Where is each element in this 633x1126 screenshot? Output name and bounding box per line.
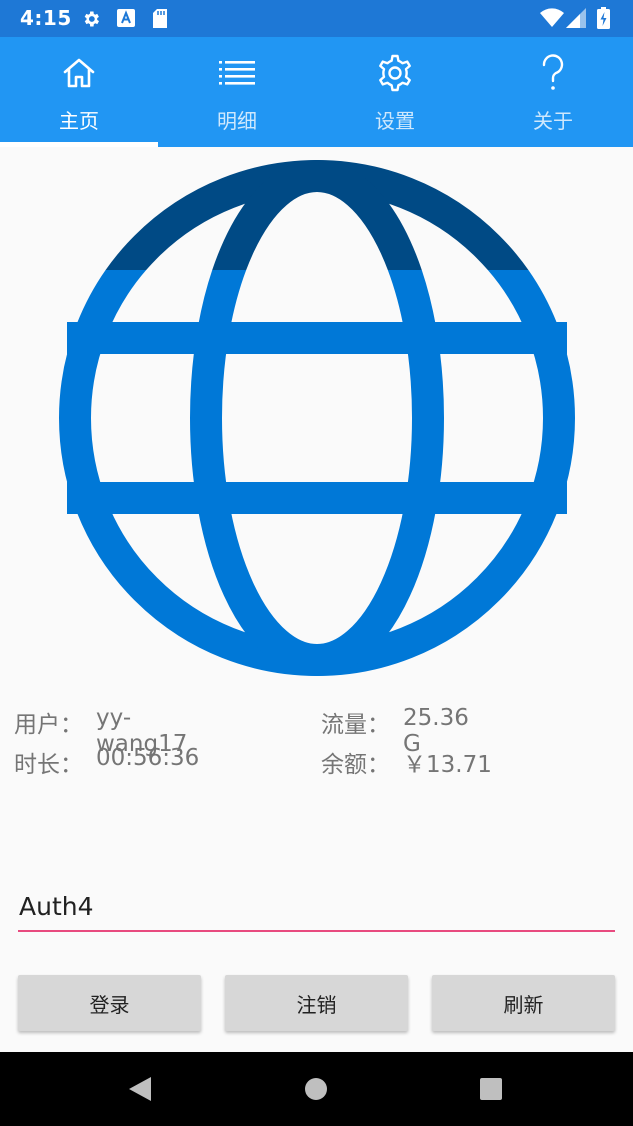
list-icon [219,61,255,85]
tab-details-label: 明细 [217,109,257,133]
home-icon [63,58,95,88]
refresh-button[interactable]: 刷新 [432,975,615,1031]
tab-about-label: 关于 [533,109,573,133]
tab-indicator [0,142,158,147]
font-icon [117,9,135,27]
tab-home[interactable]: 主页 [0,37,158,147]
sd-card-icon [153,9,167,28]
question-icon [542,54,564,90]
balance-row: 余额： ￥13.71 [321,745,492,779]
user-row: 用户： yy-wang17 [14,705,187,757]
duration-label: 时长： [14,752,83,778]
logout-button[interactable]: 注销 [225,975,408,1031]
user-label: 用户： [14,712,83,738]
balance-label: 余额： [321,752,390,778]
balance-value: ￥13.71 [403,752,492,778]
auth-field [18,884,615,932]
auth-input[interactable] [18,884,609,928]
tab-about[interactable]: 关于 [474,37,632,147]
wifi-icon [540,8,564,27]
tab-settings[interactable]: 设置 [316,37,474,147]
login-button[interactable]: 登录 [18,975,201,1031]
gear-icon [379,54,411,92]
back-icon[interactable] [118,1052,162,1126]
signal-icon [566,8,586,28]
traffic-row: 流量： 25.36 G [321,705,469,757]
tab-home-label: 主页 [59,109,99,133]
battery-icon [597,7,610,29]
navigation-bar [0,1052,633,1126]
traffic-label: 流量： [321,712,390,738]
tab-bar: 主页 明细 设置 关于 [0,37,633,147]
tab-details[interactable]: 明细 [158,37,316,147]
duration-row: 时长： 00:56:36 [14,745,199,779]
recents-icon[interactable] [469,1052,513,1126]
home-icon[interactable] [294,1052,338,1126]
gear-icon [84,11,99,27]
status-time: 4:15 [20,6,72,30]
duration-value: 00:56:36 [96,745,200,771]
tab-settings-label: 设置 [375,109,415,133]
status-bar: 4:15 [0,0,633,37]
globe-icon [57,158,577,678]
